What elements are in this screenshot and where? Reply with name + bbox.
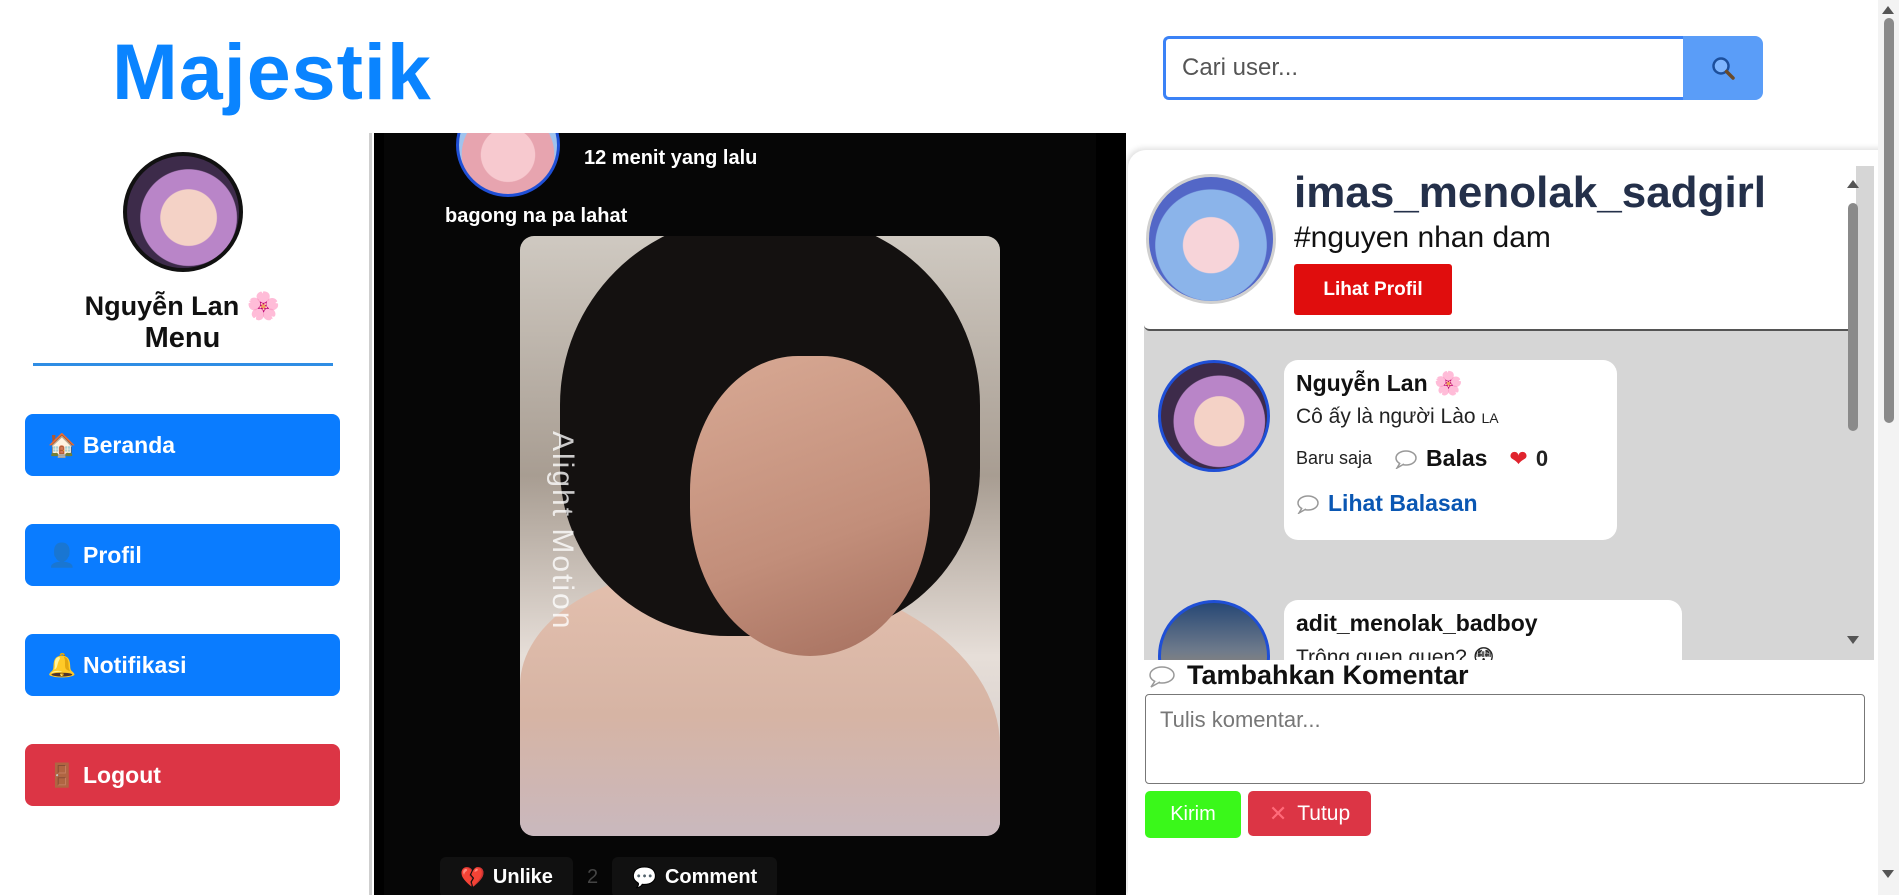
- comment-label: Comment: [664, 866, 758, 888]
- post-author-avatar[interactable]: [456, 133, 560, 197]
- profile-username: imas_menolak_sadgirl: [1294, 168, 1767, 217]
- comment-avatar[interactable]: [1158, 360, 1270, 472]
- close-icon: ✕: [1268, 800, 1288, 826]
- post-image[interactable]: Alight Motion: [520, 236, 1000, 836]
- menu-divider: [33, 363, 333, 366]
- user-name: Nguyễn Lan 🌸: [84, 291, 281, 321]
- add-comment-title: Tambahkan Komentar: [1147, 660, 1469, 691]
- comment-text: Cô ấy là người Lào LA: [1296, 405, 1605, 429]
- bell-icon: 🔔: [47, 651, 77, 678]
- comment-textarea[interactable]: [1145, 694, 1865, 784]
- speech-bubble-icon: [1297, 494, 1319, 514]
- speech-bubble-icon: 💬: [632, 867, 657, 889]
- unlike-button[interactable]: 💔 Unlike: [440, 857, 573, 895]
- comment-bubble: adit_menolak_badboy Trông quen quen? 😳: [1284, 600, 1682, 660]
- comment-author: Nguyễn Lan 🌸: [1296, 370, 1463, 396]
- page-scroll-thumb[interactable]: [1884, 18, 1894, 423]
- broken-heart-icon: 💔: [460, 867, 485, 889]
- menu-title: Menu: [144, 322, 221, 354]
- comment-like-count: 0: [1535, 445, 1549, 471]
- comment-time: Baru saja: [1296, 448, 1373, 468]
- nav-logout-button[interactable]: 🚪 Logout: [25, 744, 340, 806]
- comment-item: adit_menolak_badboy Trông quen quen? 😳: [1158, 600, 1682, 660]
- profile-tag: #nguyen nhan dam: [1294, 221, 1551, 254]
- nav-beranda-button[interactable]: 🏠 Beranda: [25, 414, 340, 476]
- profile-header: imas_menolak_sadgirl #nguyen nhan dam Li…: [1144, 166, 1856, 331]
- scroll-down-arrow-icon[interactable]: [1847, 636, 1859, 644]
- post-card: 12 menit yang lalu bagong na pa lahat Al…: [384, 133, 1096, 895]
- comment-text-body: Cô ấy là người Lào: [1296, 405, 1476, 428]
- view-replies-link[interactable]: Lihat Balasan: [1296, 490, 1605, 517]
- comment-item: Nguyễn Lan 🌸 Cô ấy là người Lào LA Baru …: [1158, 360, 1617, 540]
- view-replies-label: Lihat Balasan: [1328, 490, 1478, 516]
- comment-list-scroll-thumb[interactable]: [1848, 203, 1858, 431]
- post-feed: 12 menit yang lalu bagong na pa lahat Al…: [374, 133, 1126, 895]
- reply-button[interactable]: Balas: [1394, 445, 1487, 472]
- nav-notifikasi-label: Notifikasi: [83, 651, 187, 678]
- app-logo[interactable]: Majestik: [112, 26, 432, 118]
- page-scroll-down-arrow-icon[interactable]: [1882, 870, 1894, 878]
- close-modal-button[interactable]: ✕ Tutup: [1248, 791, 1371, 836]
- home-icon: 🏠: [47, 431, 77, 458]
- like-count: 2: [586, 866, 599, 888]
- comment-button[interactable]: 💬 Comment: [612, 857, 778, 895]
- send-comment-button[interactable]: Kirim: [1145, 791, 1241, 838]
- add-comment-label: Tambahkan Komentar: [1187, 660, 1469, 690]
- search-icon: [1712, 57, 1735, 80]
- user-icon: 👤: [47, 541, 77, 568]
- door-icon: 🚪: [47, 761, 77, 788]
- comment-text-suffix: LA: [1481, 410, 1499, 426]
- heart-icon: ❤: [1509, 445, 1528, 471]
- search-input[interactable]: [1163, 36, 1683, 100]
- post-image-face: [690, 356, 930, 656]
- nav-profil-button[interactable]: 👤 Profil: [25, 524, 340, 586]
- profile-avatar[interactable]: [1146, 174, 1276, 304]
- comment-list[interactable]: imas_menolak_sadgirl #nguyen nhan dam Li…: [1144, 166, 1874, 660]
- scroll-up-arrow-icon[interactable]: [1847, 180, 1859, 188]
- page-scroll-up-arrow-icon[interactable]: [1882, 6, 1894, 14]
- view-profile-button[interactable]: Lihat Profil: [1294, 264, 1452, 315]
- search-bar: [1163, 36, 1763, 100]
- nav-profil-label: Profil: [83, 541, 142, 568]
- post-actions: 💔 Unlike 2 💬 Comment: [440, 857, 778, 895]
- comment-author: adit_menolak_badboy: [1296, 610, 1538, 636]
- close-label: Tutup: [1297, 801, 1351, 825]
- post-timestamp: 12 menit yang lalu: [584, 147, 758, 169]
- nav-beranda-label: Beranda: [83, 431, 176, 458]
- comment-bubble: Nguyễn Lan 🌸 Cô ấy là người Lào LA Baru …: [1284, 360, 1617, 540]
- nav-notifikasi-button[interactable]: 🔔 Notifikasi: [25, 634, 340, 696]
- speech-bubble-icon: [1395, 449, 1417, 469]
- comment-text: Trông quen quen? 😳: [1296, 646, 1495, 660]
- comment-like-button[interactable]: ❤ 0: [1509, 446, 1548, 472]
- feed-divider: [369, 133, 372, 895]
- reply-label: Balas: [1426, 445, 1488, 471]
- unlike-label: Unlike: [492, 866, 553, 888]
- search-button[interactable]: [1683, 36, 1763, 100]
- watermark-text: Alight Motion: [546, 431, 579, 631]
- comment-avatar[interactable]: [1158, 600, 1270, 660]
- comment-meta: Baru saja Balas ❤ 0: [1296, 445, 1605, 472]
- post-caption: bagong na pa lahat: [445, 205, 628, 227]
- nav-logout-label: Logout: [83, 761, 161, 788]
- speech-bubble-icon: [1149, 665, 1175, 688]
- user-avatar[interactable]: [123, 152, 243, 272]
